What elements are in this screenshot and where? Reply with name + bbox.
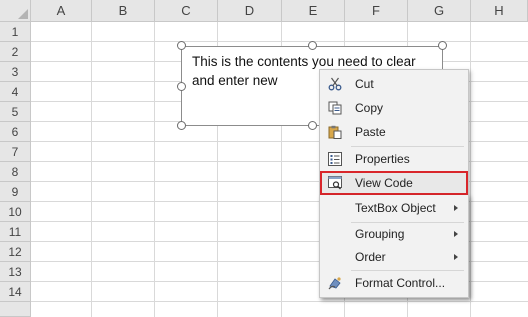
properties-icon [328, 152, 342, 166]
menu-item-label: Properties [355, 152, 410, 166]
row-header-5[interactable]: 5 [0, 102, 31, 122]
row-header-2[interactable]: 2 [0, 42, 31, 62]
column-header-d[interactable]: D [218, 0, 282, 22]
row-header-7[interactable]: 7 [0, 142, 31, 162]
menu-item-label: Paste [355, 125, 386, 139]
row-header-1[interactable]: 1 [0, 22, 31, 42]
copy-icon [328, 101, 342, 115]
resize-handle-bottom-left[interactable] [177, 121, 186, 130]
row-header-11[interactable]: 11 [0, 222, 31, 242]
row-header-8[interactable]: 8 [0, 162, 31, 182]
resize-handle-bottom[interactable] [308, 121, 317, 130]
paste-icon [328, 125, 342, 139]
row-header-6[interactable]: 6 [0, 122, 31, 142]
menu-item-copy[interactable]: Copy [321, 97, 467, 119]
format-control-icon [328, 277, 341, 290]
gridline [91, 22, 92, 317]
menu-separator [351, 146, 464, 147]
menu-item-label: Copy [355, 101, 384, 115]
row-header-10[interactable]: 10 [0, 202, 31, 222]
row-header-12[interactable]: 12 [0, 242, 31, 262]
column-header-g[interactable]: G [408, 0, 471, 22]
row-header-3[interactable]: 3 [0, 62, 31, 82]
menu-item-paste[interactable]: Paste [321, 121, 467, 143]
gridline [31, 301, 528, 302]
menu-item-grouping[interactable]: Grouping [321, 223, 467, 245]
select-all-corner[interactable] [0, 0, 31, 22]
resize-handle-top[interactable] [308, 41, 317, 50]
submenu-arrow-icon [454, 205, 458, 211]
row-header-13[interactable]: 13 [0, 262, 31, 282]
resize-handle-top-left[interactable] [177, 41, 186, 50]
scissors-icon [328, 77, 342, 91]
menu-item-cut[interactable]: Cut [321, 73, 467, 95]
menu-item-label: Grouping [355, 227, 405, 241]
gridline [154, 22, 155, 317]
resize-handle-top-right[interactable] [438, 41, 447, 50]
menu-item-label: Cut [355, 77, 374, 91]
submenu-arrow-icon [454, 254, 458, 260]
column-header-e[interactable]: E [282, 0, 345, 22]
menu-item-format-control[interactable]: Format Control... [321, 272, 467, 294]
menu-item-label: Order [355, 250, 386, 264]
menu-item-order[interactable]: Order [321, 246, 467, 268]
menu-item-label: View Code [355, 176, 413, 190]
menu-item-label: Format Control... [355, 276, 446, 290]
row-header-9[interactable]: 9 [0, 182, 31, 202]
gridline [31, 41, 528, 42]
gridline [470, 22, 471, 317]
row-header-4[interactable]: 4 [0, 82, 31, 102]
submenu-arrow-icon [454, 231, 458, 237]
menu-item-view-code[interactable]: View Code [320, 171, 468, 195]
menu-item-properties[interactable]: Properties [321, 148, 467, 170]
column-header-h[interactable]: H [471, 0, 528, 22]
row-header-14[interactable]: 14 [0, 282, 31, 302]
menu-separator [351, 270, 464, 271]
resize-handle-left[interactable] [177, 82, 186, 91]
column-header-c[interactable]: C [155, 0, 218, 22]
column-header-a[interactable]: A [31, 0, 92, 22]
column-header-f[interactable]: F [345, 0, 408, 22]
column-header-b[interactable]: B [92, 0, 155, 22]
view-code-icon [328, 176, 342, 190]
context-menu-lower: TextBox Object Grouping Order Format Con… [319, 195, 469, 298]
menu-item-textbox-object[interactable]: TextBox Object [321, 197, 467, 219]
row-header-15-partial [0, 302, 31, 317]
menu-item-label: TextBox Object [355, 201, 436, 215]
